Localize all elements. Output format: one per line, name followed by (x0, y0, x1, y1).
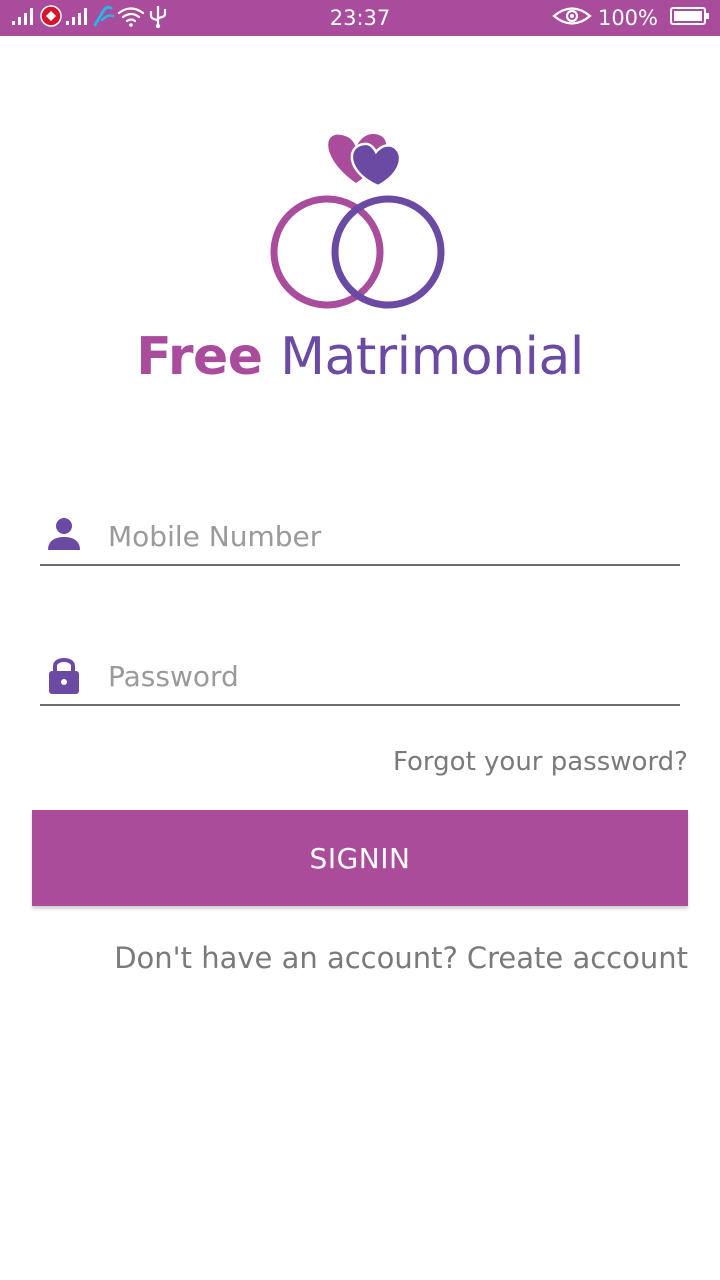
app-title: Free Matrimonial (0, 324, 720, 390)
status-bar: 23:37 100% (0, 0, 720, 36)
lock-icon (46, 652, 82, 696)
signin-button[interactable]: SIGNIN (32, 810, 688, 906)
app-logo (260, 128, 460, 314)
signup-prompt-text: Don't have an account? (114, 941, 458, 975)
hearts-icon (328, 134, 402, 188)
login-screen: 23:37 100% Free Matrimonial Mobile Numbe… (0, 0, 720, 1280)
signup-prompt-line: Don't have an account? Create account (114, 938, 688, 978)
battery-percent: 100% (597, 6, 658, 30)
battery-icon (670, 6, 710, 30)
rings-icon (270, 195, 445, 309)
create-account-link[interactable]: Create account (467, 941, 688, 975)
status-icons-right: 100% (552, 4, 710, 32)
app-title-matrimonial: Matrimonial (280, 327, 584, 387)
mobile-number-input[interactable] (108, 514, 668, 558)
app-title-free: Free (136, 327, 263, 387)
eye-icon (552, 5, 592, 31)
person-icon (46, 512, 82, 556)
forgot-password-link[interactable]: Forgot your password? (393, 744, 688, 780)
password-field (40, 644, 680, 706)
password-input[interactable] (108, 654, 668, 698)
mobile-number-field (40, 504, 680, 566)
